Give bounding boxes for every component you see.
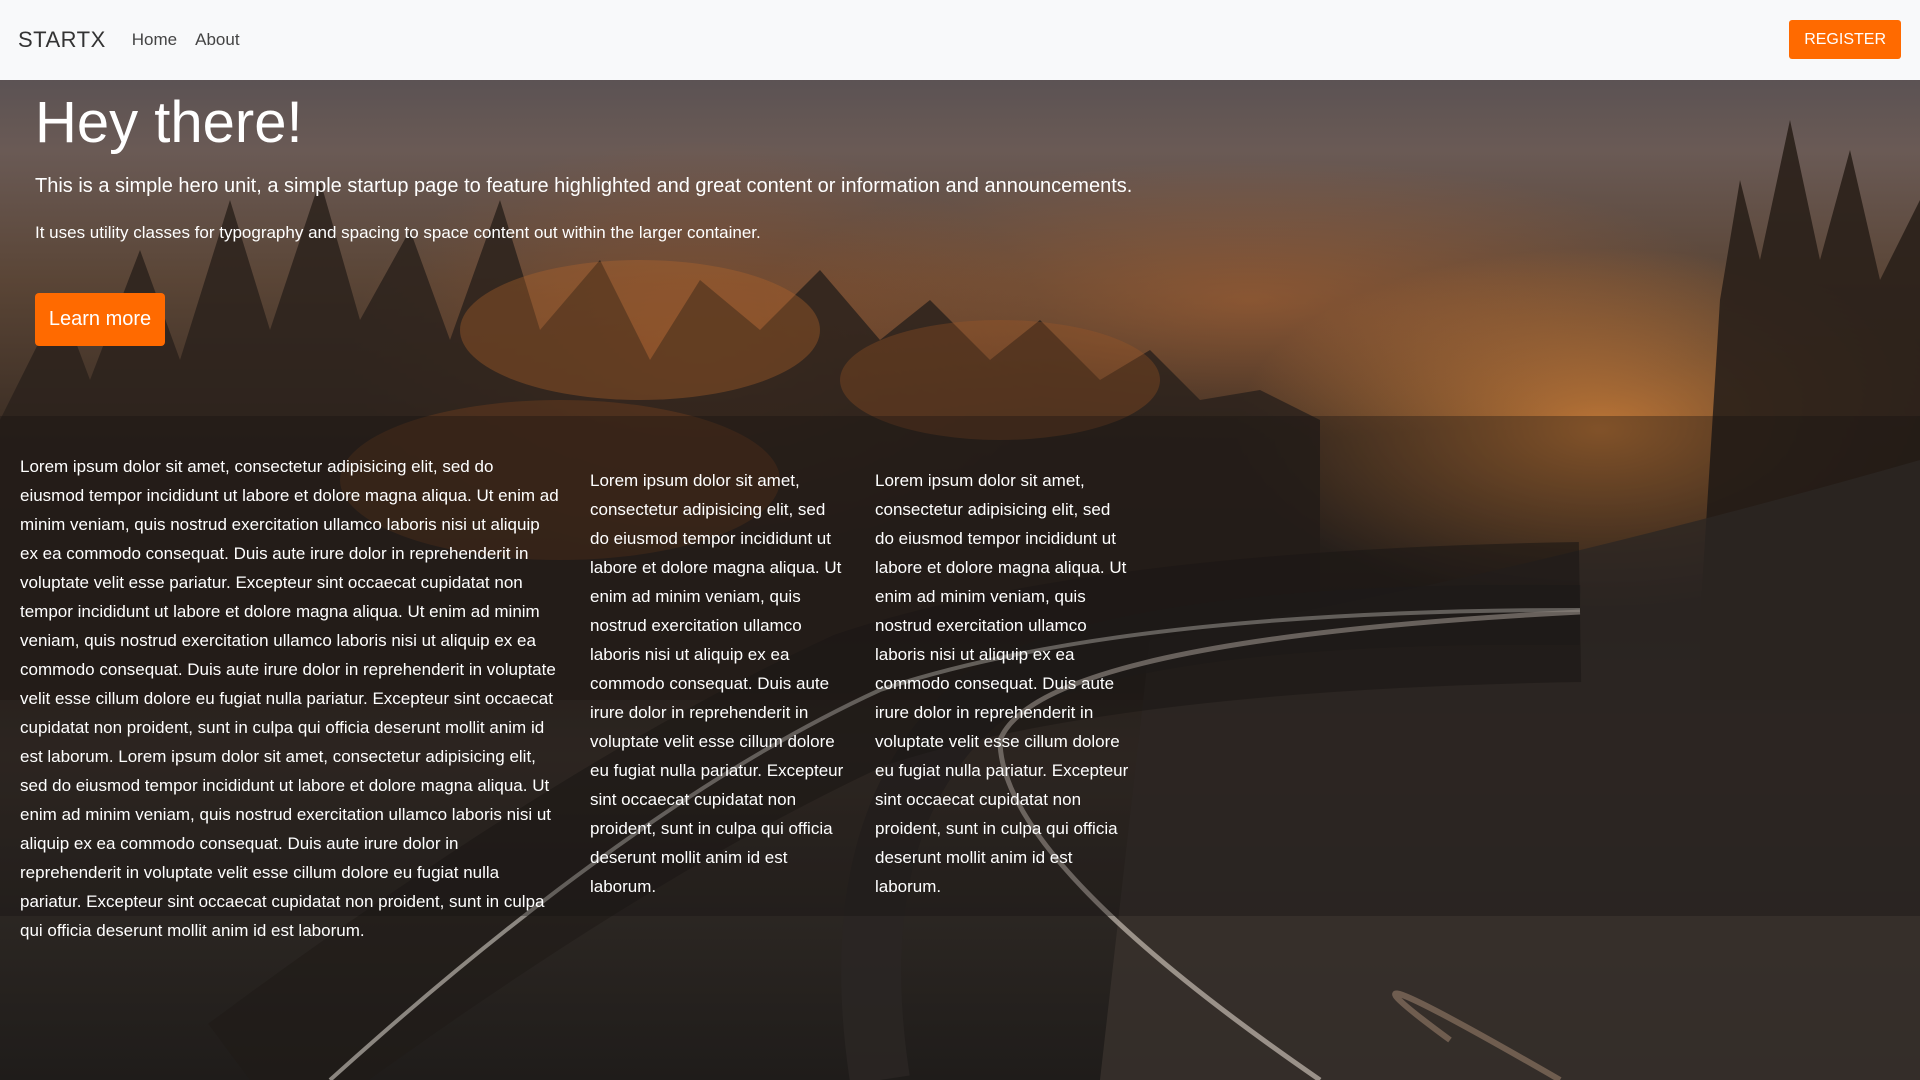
register-button[interactable]: REGISTER [1789,20,1901,59]
navbar: STARTX Home About REGISTER [0,0,1920,80]
learn-more-button[interactable]: Learn more [35,293,165,346]
hero-title: Hey there! [35,90,303,155]
nav-link-home[interactable]: Home [132,30,177,50]
brand-logo[interactable]: STARTX [18,27,106,53]
content-column-2: Lorem ipsum dolor sit amet, consectetur … [590,471,844,896]
hero-section: Hey there! This is a simple hero unit, a… [35,84,1235,245]
nav-link-about[interactable]: About [195,30,239,50]
hero-sub-text: It uses utility classes for typography a… [35,223,761,242]
hero-lead-text: This is a simple hero unit, a simple sta… [35,175,1133,197]
content-column-1: Lorem ipsum dolor sit amet, consectetur … [20,457,559,940]
content-column-3: Lorem ipsum dolor sit amet, consectetur … [875,471,1129,896]
